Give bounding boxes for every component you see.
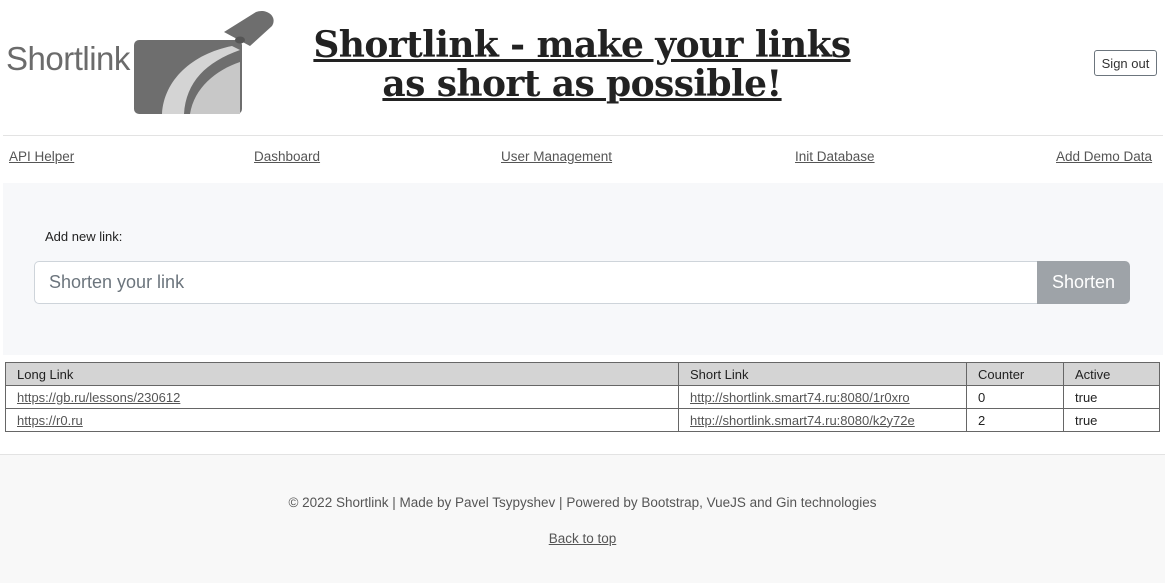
header: Shortlink Shortlink - make your links as… bbox=[0, 0, 1165, 135]
nav-link-api-helper[interactable]: API Helper bbox=[9, 149, 74, 164]
logo-icon bbox=[134, 10, 274, 114]
column-header-active: Active bbox=[1063, 362, 1160, 386]
sign-out-button[interactable]: Sign out bbox=[1094, 50, 1157, 76]
column-header-long-link: Long Link bbox=[5, 362, 679, 386]
short-link-cell: http://shortlink.smart74.ru:8080/1r0xro bbox=[678, 385, 967, 409]
active-cell: true bbox=[1063, 385, 1160, 409]
links-table: Long Link Short Link Counter Active http… bbox=[5, 362, 1160, 432]
short-link-cell: http://shortlink.smart74.ru:8080/k2y72e bbox=[678, 408, 967, 432]
short-link[interactable]: http://shortlink.smart74.ru:8080/k2y72e bbox=[690, 413, 915, 428]
table-header-row: Long Link Short Link Counter Active bbox=[5, 362, 1160, 386]
shortlink-logo[interactable]: Shortlink bbox=[6, 10, 276, 118]
add-link-label: Add new link: bbox=[45, 229, 123, 244]
counter-cell: 2 bbox=[966, 408, 1064, 432]
long-link-cell: https://r0.ru bbox=[5, 408, 679, 432]
column-header-counter: Counter bbox=[966, 362, 1064, 386]
footer: © 2022 Shortlink | Made by Pavel Tsypysh… bbox=[0, 454, 1165, 583]
shorten-button[interactable]: Shorten bbox=[1037, 261, 1130, 304]
long-link[interactable]: https://r0.ru bbox=[17, 413, 83, 428]
shorten-input-group: Shorten bbox=[34, 261, 1130, 304]
table-row: https://r0.ru http://shortlink.smart74.r… bbox=[5, 408, 1160, 432]
back-to-top: Back to top bbox=[0, 531, 1165, 546]
nav-link-dashboard[interactable]: Dashboard bbox=[254, 149, 320, 164]
main-nav: API Helper Dashboard User Management Ini… bbox=[0, 149, 1165, 169]
table-row: https://gb.ru/lessons/230612 http://shor… bbox=[5, 385, 1160, 409]
footer-text: © 2022 Shortlink | Made by Pavel Tsypysh… bbox=[288, 495, 877, 510]
header-divider bbox=[3, 135, 1163, 136]
active-cell: true bbox=[1063, 408, 1160, 432]
long-link[interactable]: https://gb.ru/lessons/230612 bbox=[17, 390, 180, 405]
nav-link-user-management[interactable]: User Management bbox=[501, 149, 612, 164]
shorten-link-input[interactable] bbox=[34, 261, 1038, 304]
add-link-panel: Add new link: Shorten bbox=[3, 183, 1163, 355]
long-link-cell: https://gb.ru/lessons/230612 bbox=[5, 385, 679, 409]
back-to-top-link[interactable]: Back to top bbox=[549, 531, 617, 546]
logo-text: Shortlink bbox=[6, 40, 130, 77]
column-header-short-link: Short Link bbox=[678, 362, 967, 386]
page-title: Shortlink - make your links as short as … bbox=[313, 24, 851, 105]
counter-cell: 0 bbox=[966, 385, 1064, 409]
nav-link-add-demo-data[interactable]: Add Demo Data bbox=[1056, 149, 1152, 164]
nav-link-init-database[interactable]: Init Database bbox=[795, 149, 875, 164]
short-link[interactable]: http://shortlink.smart74.ru:8080/1r0xro bbox=[690, 390, 910, 405]
